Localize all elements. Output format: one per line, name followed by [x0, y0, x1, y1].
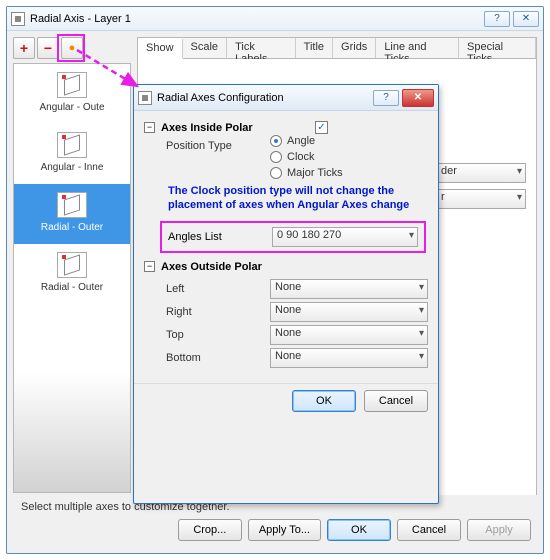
top-combo[interactable]: None — [270, 325, 428, 345]
tabstrip: Show Scale Tick Labels Title Grids Line … — [137, 37, 537, 59]
radial-axes-config-dialog: Radial Axes Configuration ? ✕ − Axes Ins… — [133, 84, 439, 504]
dialog-cancel-button[interactable]: Cancel — [364, 390, 428, 412]
angles-list-label: Angles List — [168, 231, 272, 243]
tab-show[interactable]: Show — [138, 39, 183, 59]
radio-dot-icon — [270, 167, 282, 179]
highlight-annotation — [57, 34, 85, 62]
axis-icon — [57, 192, 87, 218]
angles-list-highlight: Angles List 0 90 180 270 — [160, 221, 426, 253]
bottom-combo[interactable]: None — [270, 348, 428, 368]
app-icon — [11, 12, 25, 26]
list-item[interactable]: Angular - Oute — [14, 64, 130, 124]
dialog-titlebar: Radial Axes Configuration ? ✕ — [134, 85, 438, 111]
axis-label: Angular - Inne — [14, 162, 130, 173]
footer-ok-button[interactable]: OK — [327, 519, 391, 541]
close-button[interactable]: ✕ — [513, 11, 539, 27]
axis-label: Radial - Outer — [14, 282, 130, 293]
axis-icon — [57, 72, 87, 98]
list-item[interactable]: Radial - Outer — [14, 244, 130, 304]
crop-button[interactable]: Crop... — [178, 519, 242, 541]
tab-title[interactable]: Title — [296, 38, 333, 58]
dialog-title: Radial Axes Configuration — [157, 92, 284, 104]
radio-dot-icon — [270, 135, 282, 147]
radio-clock[interactable]: Clock — [270, 151, 428, 163]
help-button[interactable]: ? — [484, 11, 510, 27]
main-title: Radial Axis - Layer 1 — [30, 13, 131, 25]
footer-apply-button[interactable]: Apply — [467, 519, 531, 541]
radio-angle[interactable]: Angle — [270, 135, 428, 147]
apply-to-button[interactable]: Apply To... — [248, 519, 321, 541]
axis-label: Radial - Outer — [14, 222, 130, 233]
bottom-label: Bottom — [166, 352, 270, 364]
tab-line-and-ticks[interactable]: Line and Ticks — [376, 38, 459, 58]
right-label: Right — [166, 306, 270, 318]
tab-tick-labels[interactable]: Tick Labels — [227, 38, 296, 58]
bg-combo-2[interactable]: r — [436, 189, 526, 209]
section-header-outside: − Axes Outside Polar — [144, 261, 428, 273]
section-title-inside: Axes Inside Polar — [161, 122, 253, 134]
radio-label: Major Ticks — [287, 167, 343, 179]
dialog-help-button[interactable]: ? — [373, 90, 399, 106]
left-label: Left — [166, 283, 270, 295]
list-item[interactable]: Angular - Inne — [14, 124, 130, 184]
footer-cancel-button[interactable]: Cancel — [397, 519, 461, 541]
dialog-ok-button[interactable]: OK — [292, 390, 356, 412]
section-title-outside: Axes Outside Polar — [161, 261, 262, 273]
bg-combo-1[interactable]: der — [436, 163, 526, 183]
left-panel: + − Angular - Oute Angular - Inne Radial… — [13, 37, 131, 493]
inside-polar-checkbox[interactable]: ✓ — [315, 121, 328, 134]
main-titlebar: Radial Axis - Layer 1 ? ✕ — [7, 7, 543, 31]
axis-list[interactable]: Angular - Oute Angular - Inne Radial - O… — [13, 63, 131, 493]
top-label: Top — [166, 329, 270, 341]
tab-grids[interactable]: Grids — [333, 38, 376, 58]
radio-label: Angle — [287, 135, 315, 147]
position-type-label: Position Type — [166, 140, 270, 152]
angles-list-combo[interactable]: 0 90 180 270 — [272, 227, 418, 247]
dialog-app-icon — [138, 91, 152, 105]
dialog-close-button[interactable]: ✕ — [402, 89, 434, 107]
left-combo[interactable]: None — [270, 279, 428, 299]
remove-axis-button[interactable]: − — [37, 37, 59, 59]
right-combo[interactable]: None — [270, 302, 428, 322]
tab-special-ticks[interactable]: Special Ticks — [459, 38, 536, 58]
axis-icon — [57, 132, 87, 158]
left-toolbar: + − — [13, 37, 131, 59]
axis-label: Angular - Oute — [14, 102, 130, 113]
radio-major-ticks[interactable]: Major Ticks — [270, 167, 428, 179]
tab-scale[interactable]: Scale — [183, 38, 228, 58]
annotation-text: The Clock position type will not change … — [168, 185, 428, 213]
list-item[interactable]: Radial - Outer — [14, 184, 130, 244]
radio-dot-icon — [270, 151, 282, 163]
radio-label: Clock — [287, 151, 315, 163]
list-shadow — [14, 372, 130, 492]
axis-icon — [57, 252, 87, 278]
collapse-toggle-inside[interactable]: − — [144, 122, 155, 133]
collapse-toggle-outside[interactable]: − — [144, 261, 155, 272]
add-axis-button[interactable]: + — [13, 37, 35, 59]
section-header-inside: − Axes Inside Polar ✓ — [144, 121, 428, 134]
